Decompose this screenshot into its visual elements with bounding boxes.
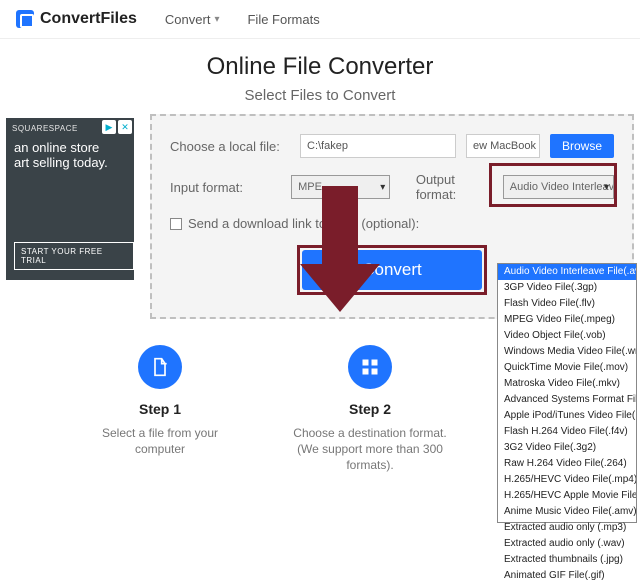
send-link-label: Send a download link to my e (optional):	[188, 216, 419, 231]
dropdown-option[interactable]: Matroska Video File(.mkv)	[498, 376, 636, 392]
ad-cta-button[interactable]: START YOUR FREE TRIAL	[14, 242, 134, 270]
grid-icon	[348, 345, 392, 389]
ad-provider: SQUARESPACE	[12, 124, 78, 133]
chevron-down-icon: ▾	[214, 14, 219, 25]
dropdown-option[interactable]: Advanced Systems Format File(.asf)	[498, 392, 636, 408]
input-format-label: Input format:	[170, 180, 281, 195]
dropdown-option[interactable]: 3GP Video File(.3gp)	[498, 280, 636, 296]
dropdown-option[interactable]: 3G2 Video File(.3g2)	[498, 440, 636, 456]
dropdown-option[interactable]: H.265/HEVC Apple Movie File(.mov)	[498, 488, 636, 504]
ad-copy: an online storeart selling today.	[14, 140, 108, 170]
dropdown-option[interactable]: Flash Video File(.flv)	[498, 296, 636, 312]
step-1-title: Step 1	[80, 401, 240, 417]
step-2-title: Step 2	[290, 401, 450, 417]
convert-button[interactable]: Convert	[302, 250, 482, 290]
step-1: Step 1 Select a file from your computer	[80, 345, 240, 473]
browse-button[interactable]: Browse	[550, 134, 614, 158]
adchoices-icon[interactable]: ▶	[102, 120, 116, 134]
dropdown-option[interactable]: QuickTime Movie File(.mov)	[498, 360, 636, 376]
dropdown-option[interactable]: Flash H.264 Video File(.f4v)	[498, 424, 636, 440]
dropdown-option[interactable]: Windows Media Video File(.wmv)	[498, 344, 636, 360]
page-subtitle: Select Files to Convert	[0, 87, 640, 104]
nav-convert[interactable]: Convert ▾	[165, 12, 220, 27]
nav-file-formats[interactable]: File Formats	[247, 12, 319, 27]
file-icon	[138, 345, 182, 389]
send-link-checkbox[interactable]	[170, 218, 182, 230]
page-title: Online File Converter	[0, 53, 640, 81]
file-path-input-2[interactable]: ew MacBook	[466, 134, 540, 158]
step-2-desc: Choose a destination format. (We support…	[290, 425, 450, 473]
dropdown-option[interactable]: Animated GIF File(.gif)	[498, 568, 636, 584]
brand-icon	[16, 10, 34, 28]
dropdown-option[interactable]: MPEG Video File(.mpeg)	[498, 312, 636, 328]
choose-file-label: Choose a local file:	[170, 139, 290, 154]
output-format-label: Output format:	[416, 172, 493, 202]
output-format-select[interactable]: Audio Video Interleave File(	[503, 175, 614, 199]
convert-highlight: Convert	[297, 245, 487, 295]
dropdown-option[interactable]: Extracted audio only (.wav)	[498, 536, 636, 552]
top-nav: ConvertFiles Convert ▾ File Formats	[0, 0, 640, 39]
file-path-input[interactable]: C:\fakep	[300, 134, 456, 158]
step-1-desc: Select a file from your computer	[80, 425, 240, 457]
dropdown-option[interactable]: Extracted audio only (.mp3)	[498, 520, 636, 536]
step-2: Step 2 Choose a destination format. (We …	[290, 345, 450, 473]
dropdown-option[interactable]: Extracted thumbnails (.jpg)	[498, 552, 636, 568]
ad-close-icon[interactable]: ✕	[118, 120, 132, 134]
output-format-dropdown[interactable]: Audio Video Interleave File(.avi)3GP Vid…	[497, 263, 637, 523]
dropdown-option[interactable]: H.265/HEVC Video File(.mp4)	[498, 472, 636, 488]
input-format-select[interactable]: MPE	[291, 175, 390, 199]
dropdown-option[interactable]: Raw H.264 Video File(.264)	[498, 456, 636, 472]
brand-text: ConvertFiles	[40, 10, 137, 28]
ad-banner[interactable]: ▶ ✕ SQUARESPACE an online storeart selli…	[6, 118, 134, 280]
dropdown-option[interactable]: Video Object File(.vob)	[498, 328, 636, 344]
brand-logo[interactable]: ConvertFiles	[16, 10, 137, 28]
hero: Online File Converter Select Files to Co…	[0, 39, 640, 114]
dropdown-option[interactable]: Audio Video Interleave File(.avi)	[498, 264, 636, 280]
dropdown-option[interactable]: Apple iPod/iTunes Video File(.m4v)	[498, 408, 636, 424]
